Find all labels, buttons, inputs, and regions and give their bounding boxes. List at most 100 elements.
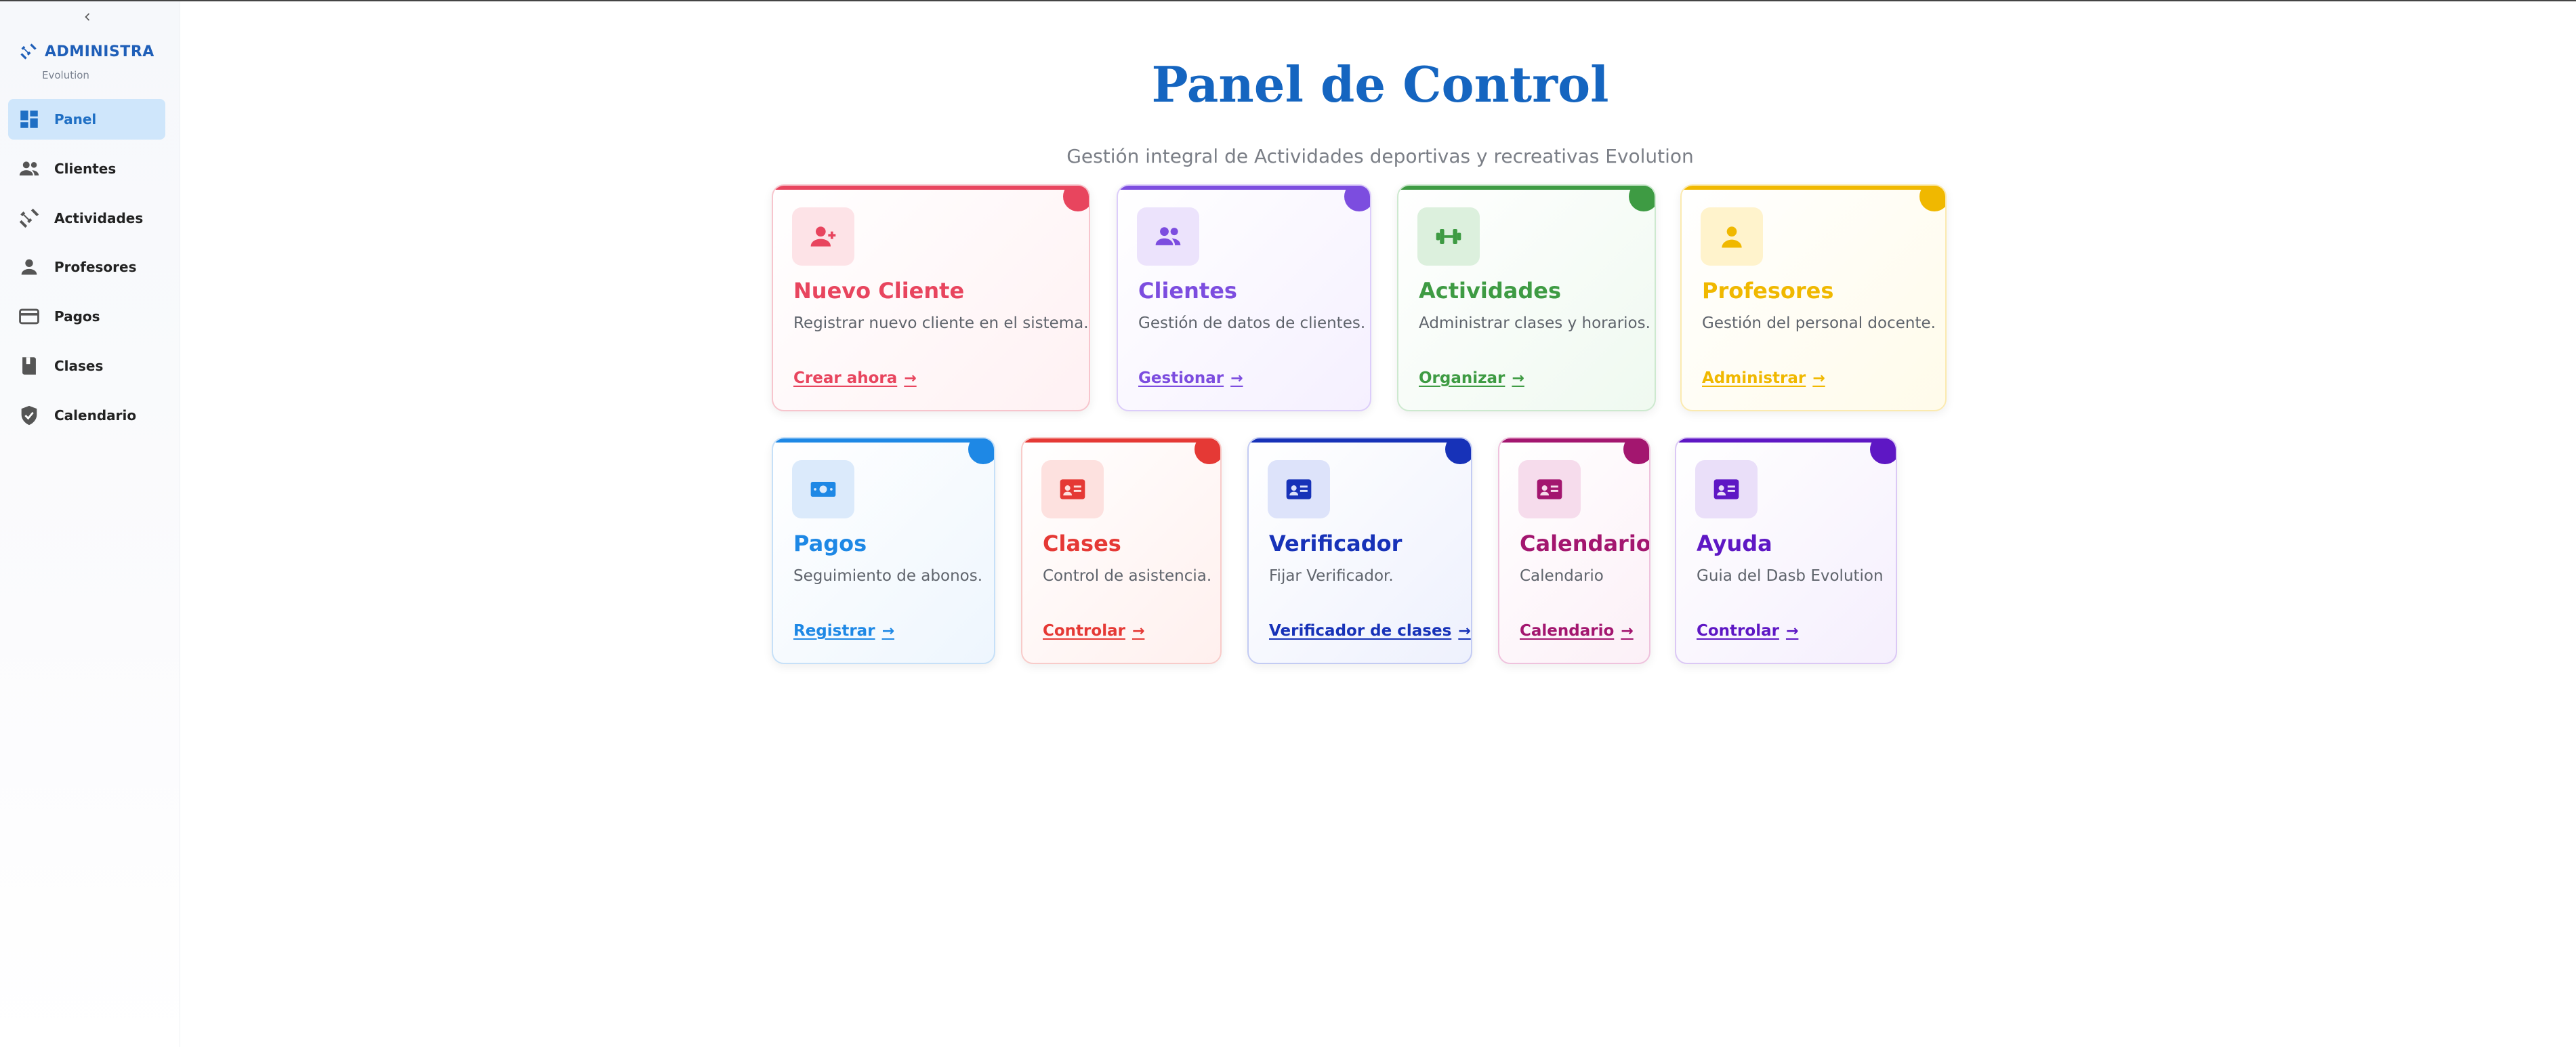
fitness-icon [19,208,39,228]
card-link[interactable]: Controlar → [1043,622,1144,640]
id-card-icon [1713,479,1739,499]
page-title: Panel de Control [1151,56,1609,113]
sidebar-item-clases[interactable]: Clases [8,346,165,386]
corner-badge [968,438,994,464]
card-description: Registrar nuevo cliente en el sistema. [793,314,1089,332]
card-link[interactable]: Administrar → [1702,369,1825,387]
arrow-right-icon: → [1131,622,1145,640]
card-description: Guia del Dasb Evolution [1697,567,1884,585]
card-title: Clientes [1138,278,1237,304]
card-nuevo-cliente[interactable]: Nuevo Cliente Registrar nuevo cliente en… [772,184,1090,411]
sidebar-item-label: Profesores [54,259,137,276]
card-link[interactable]: Registrar → [793,622,894,640]
sidebar-item-panel[interactable]: Panel [8,99,165,140]
page-subtitle: Gestión integral de Actividades deportiv… [1066,145,1694,167]
sidebar-nav: Panel Clientes Actividades Profesores Pa… [8,99,165,445]
corner-badge [1445,438,1471,464]
card-link[interactable]: Gestionar → [1138,369,1243,387]
credit-card-icon [19,308,39,325]
card-link[interactable]: Organizar → [1419,369,1524,387]
card-link-label: Calendario [1520,622,1615,640]
card-icon-box [1701,207,1763,266]
card-link-label: Verificador de clases [1269,622,1452,640]
card-icon-box [1137,207,1199,266]
card-title: Profesores [1702,278,1834,304]
card-verificador[interactable]: Verificador Fijar Verificador. Verificad… [1247,437,1472,664]
chevron-left-icon [85,13,90,21]
arrow-right-icon: → [904,369,917,387]
card-link-label: Controlar [1697,622,1779,640]
corner-badge [1063,186,1089,211]
card-icon-box [1041,460,1104,518]
money-icon [810,482,836,497]
card-title: Nuevo Cliente [793,278,965,304]
card-ayuda[interactable]: Ayuda Guia del Dasb Evolution Controlar → [1675,437,1897,664]
card-clases[interactable]: Clases Control de asistencia. Controlar → [1021,437,1222,664]
card-calendario[interactable]: Calendario Calendario Calendario → [1498,437,1650,664]
card-accent-bar [1022,438,1220,443]
fitness-icon [1436,229,1461,244]
card-description: Administrar clases y horarios. [1419,314,1650,332]
card-accent-bar [1676,438,1896,443]
people-icon [19,161,39,176]
id-card-icon [1286,479,1312,499]
corner-badge [1623,438,1649,464]
card-icon-box [1518,460,1581,518]
person-icon [21,260,37,275]
card-title: Pagos [793,531,867,556]
card-actividades[interactable]: Actividades Administrar clases y horario… [1397,184,1656,411]
card-icon-box [1417,207,1480,266]
sidebar-item-calendario[interactable]: Calendario [8,395,165,436]
card-link-label: Registrar [793,622,875,640]
sidebar-item-profesores[interactable]: Profesores [8,247,165,287]
card-icon-box [792,207,854,266]
card-link-label: Controlar [1043,622,1125,640]
sidebar-item-label: Actividades [54,209,144,226]
arrow-right-icon: → [1812,369,1825,387]
corner-badge [1194,438,1220,464]
arrow-right-icon: → [1458,622,1471,640]
arrow-right-icon: → [1512,369,1524,387]
card-link-label: Crear ahora [793,369,898,387]
brand-title: ADMINISTRA [45,43,154,60]
card-description: Gestión de datos de clientes. [1138,314,1366,332]
card-title: Clases [1043,531,1121,556]
card-accent-bar [1398,186,1655,190]
sidebar-item-label: Calendario [54,407,137,424]
sidebar-item-clientes[interactable]: Clientes [8,148,165,189]
id-card-icon [1537,479,1562,499]
card-profesores[interactable]: Profesores Gestión del personal docente.… [1680,184,1947,411]
card-description: Fijar Verificador. [1269,567,1394,585]
arrow-right-icon: → [1785,622,1799,640]
corner-badge [1629,186,1655,211]
collapse-sidebar-button[interactable] [77,7,98,27]
card-icon-box [1695,460,1758,518]
dashboard-icon [20,110,38,128]
card-link[interactable]: Crear ahora → [793,369,917,387]
card-title: Calendario [1520,531,1650,556]
id-card-icon [1060,479,1085,499]
card-link[interactable]: Controlar → [1697,622,1798,640]
card-title: Actividades [1419,278,1561,304]
sidebar-item-label: Clientes [54,160,117,177]
top-border [0,0,2576,1]
card-icon-box [792,460,854,518]
card-accent-bar [1682,186,1945,190]
card-clientes[interactable]: Clientes Gestión de datos de clientes. G… [1117,184,1371,411]
brand-subtitle: Evolution [42,69,89,81]
sidebar-item-actividades[interactable]: Actividades [8,198,165,239]
card-description: Calendario [1520,567,1604,585]
card-description: Control de asistencia. [1043,567,1212,585]
shield-check-icon [21,405,37,425]
card-link[interactable]: Calendario → [1520,622,1634,640]
arrow-right-icon: → [1230,369,1243,387]
card-accent-bar [773,438,994,443]
card-link[interactable]: Verificador de clases → [1269,622,1471,640]
fitness-icon [20,43,37,60]
card-pagos[interactable]: Pagos Seguimiento de abonos. Registrar → [772,437,995,664]
book-icon [22,357,36,375]
sidebar: ADMINISTRA Evolution Panel Clientes Acti… [0,1,180,1047]
card-icon-box [1268,460,1330,518]
sidebar-item-label: Panel [54,111,97,127]
sidebar-item-pagos[interactable]: Pagos [8,296,165,337]
